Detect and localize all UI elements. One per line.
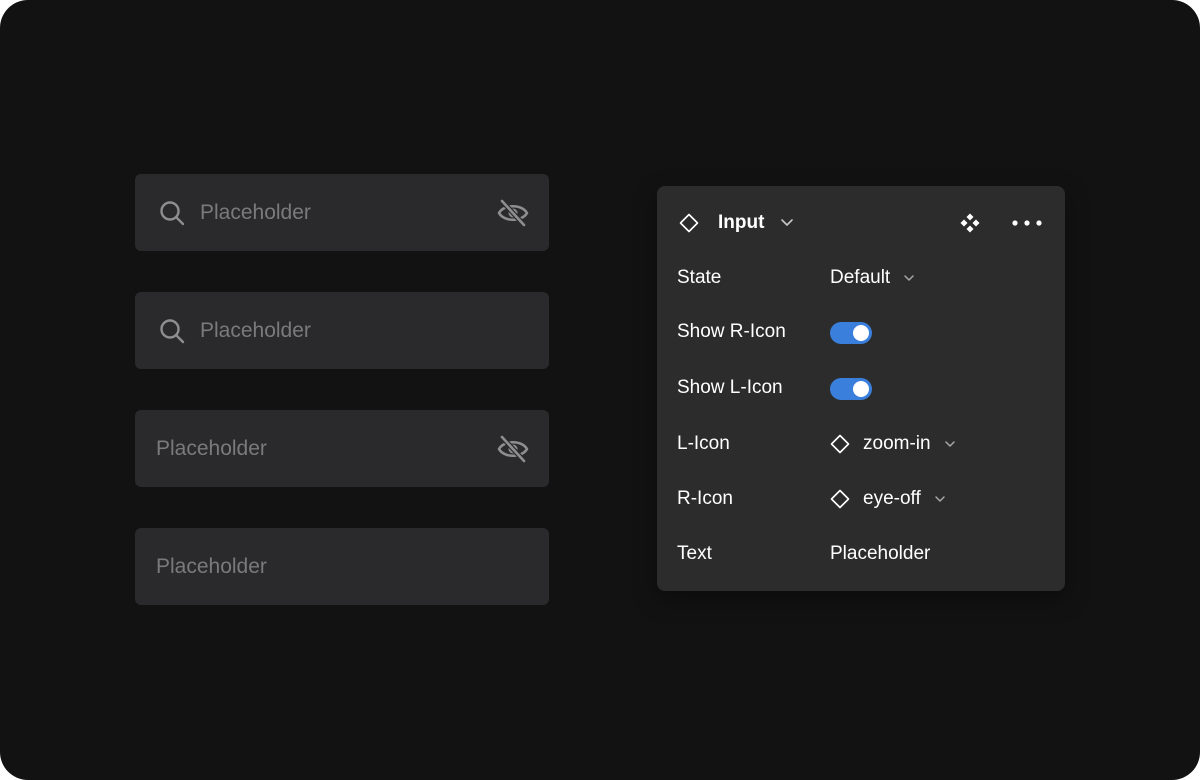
property-row-show-r-icon: Show R-Icon: [677, 318, 1047, 346]
search-icon: [160, 201, 185, 226]
property-label: Show L-Icon: [677, 377, 783, 398]
eye-off-icon[interactable]: [497, 434, 529, 464]
input-with-right-icon[interactable]: [135, 410, 549, 487]
property-row-text: Text Placeholder: [677, 540, 1047, 568]
property-row-l-icon: L-Icon zoom-in: [677, 430, 1047, 458]
properties-panel: Input State Default Show R-Icon Show L-I…: [657, 186, 1065, 591]
component-diamond-icon: [679, 213, 699, 233]
toggle-knob: [853, 381, 869, 397]
show-l-icon-toggle[interactable]: [830, 378, 872, 400]
chevron-down-icon: [904, 275, 914, 281]
component-diamond-icon: [830, 489, 850, 509]
instance-value: eye-off: [863, 488, 921, 509]
property-row-r-icon: R-Icon eye-off: [677, 485, 1047, 513]
input-with-both-icons[interactable]: [135, 174, 549, 251]
toggle-knob: [853, 325, 869, 341]
input-variants: [135, 174, 549, 605]
input-with-left-icon[interactable]: [135, 292, 549, 369]
more-horizontal-icon[interactable]: [1011, 217, 1043, 229]
input-field[interactable]: [156, 410, 479, 487]
search-icon: [160, 319, 185, 344]
l-icon-instance-swap[interactable]: zoom-in: [830, 430, 956, 458]
state-dropdown[interactable]: Default: [830, 264, 915, 292]
component-title[interactable]: Input: [718, 210, 764, 236]
component-variant-icon[interactable]: [959, 212, 981, 234]
r-icon-instance-swap[interactable]: eye-off: [830, 485, 946, 513]
input-field[interactable]: [156, 528, 479, 605]
property-label: State: [677, 267, 722, 288]
property-label: R-Icon: [677, 488, 733, 509]
dropdown-value: Default: [830, 267, 891, 288]
text-value: Placeholder: [830, 543, 931, 564]
property-row-show-l-icon: Show L-Icon: [677, 374, 1047, 402]
input-field[interactable]: [200, 174, 479, 251]
property-label: Text: [677, 543, 712, 564]
chevron-down-icon[interactable]: [780, 217, 794, 227]
eye-off-icon[interactable]: [497, 198, 529, 228]
chevron-down-icon: [944, 441, 955, 447]
input-field[interactable]: [200, 292, 479, 369]
component-diamond-icon: [830, 434, 850, 454]
property-label: L-Icon: [677, 433, 730, 454]
chevron-down-icon: [935, 496, 945, 502]
input-plain[interactable]: [135, 528, 549, 605]
property-row-state: State Default: [677, 264, 1047, 292]
property-label: Show R-Icon: [677, 321, 786, 342]
canvas: Input State Default Show: [0, 0, 1200, 780]
text-property-field[interactable]: Placeholder: [830, 540, 930, 568]
show-r-icon-toggle[interactable]: [830, 322, 872, 344]
instance-value: zoom-in: [863, 433, 931, 454]
